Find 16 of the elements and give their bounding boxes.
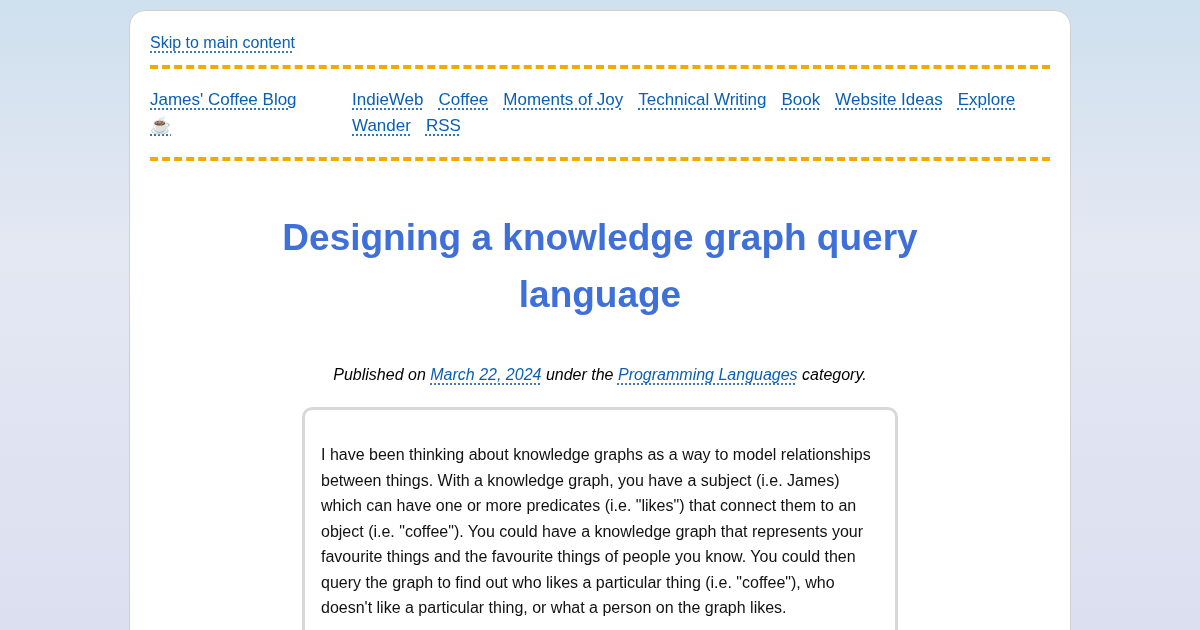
category-link[interactable]: Programming Languages	[617, 366, 798, 383]
nav-link[interactable]: Wander	[352, 113, 411, 139]
nav-link[interactable]: IndieWeb	[352, 87, 424, 113]
nav-link[interactable]: Explore	[957, 87, 1016, 113]
nav-link[interactable]: Technical Writing	[638, 87, 767, 113]
article-title: Designing a knowledge graph query language	[281, 216, 919, 317]
nav-link[interactable]: RSS	[425, 113, 461, 139]
date-link[interactable]: March 22, 2024	[430, 366, 542, 383]
article-paragraph: I have been thinking about knowledge graphs as a way to model relationships between things. With a knowledge graph, you have a subject (i.e. James) which can have one or more predicates (i.e. "likes") that connect them to an object (i.e. "coffee"). You could have a knowledge graph that represents your favourite things and the favourite things of people you know. You could then query the graph to find out who likes a particular thing (i.e. "coffee"), who doesn't like a particular thing, or what a person on the graph likes.	[321, 445, 872, 618]
nav-link[interactable]: Coffee	[438, 87, 489, 113]
skip-link[interactable]: Skip to main content	[150, 31, 295, 55]
site-title-link[interactable]: James' Coffee Blog ☕	[150, 87, 310, 139]
nav-link[interactable]: Moments of Joy	[503, 87, 624, 113]
published-meta: Published on March 22, 2024 under the Programming Languages category.	[332, 365, 868, 385]
nav-link[interactable]: Book	[781, 87, 821, 113]
nav-link[interactable]: Website Ideas	[835, 87, 943, 113]
